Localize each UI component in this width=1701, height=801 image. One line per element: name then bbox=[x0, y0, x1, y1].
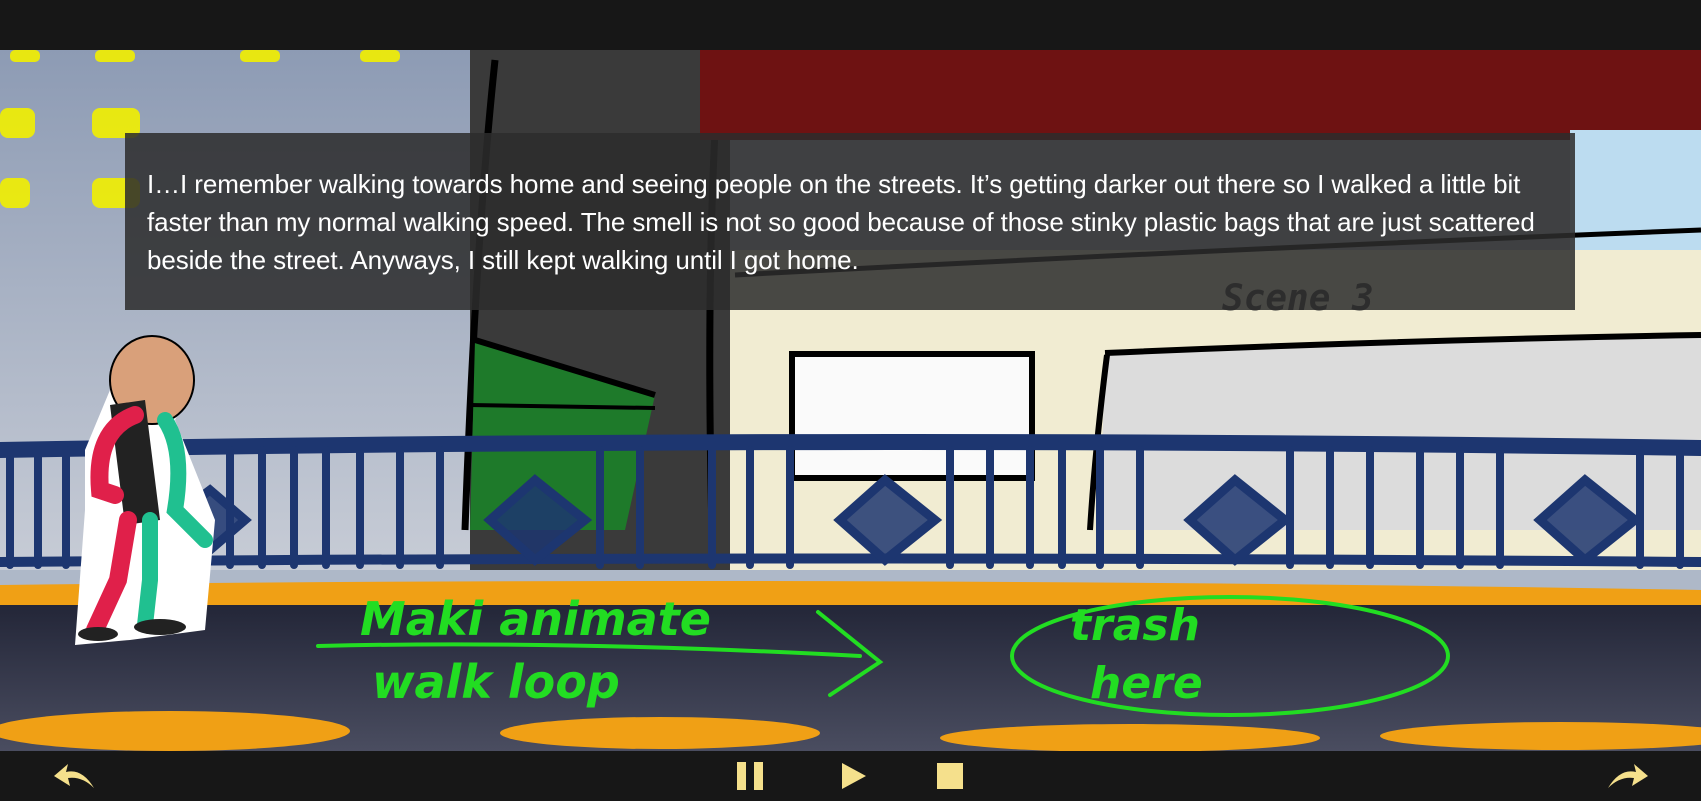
stop-button[interactable] bbox=[930, 751, 970, 801]
top-bar bbox=[0, 0, 1701, 50]
forward-button[interactable] bbox=[1600, 751, 1654, 801]
note-trash-line2: here bbox=[1090, 658, 1203, 709]
note-walk-line2: walk loop bbox=[372, 655, 620, 709]
game-scene: Scene 3 bbox=[0, 50, 1701, 751]
note-walk-line1: Maki animate bbox=[360, 592, 711, 646]
narration-box: I…I remember walking towards home and se… bbox=[125, 133, 1575, 310]
play-button[interactable] bbox=[833, 751, 873, 801]
pause-button[interactable] bbox=[730, 751, 770, 801]
note-trash-line1: trash bbox=[1070, 600, 1200, 651]
curved-arrow-left-icon bbox=[54, 764, 94, 788]
stop-icon bbox=[937, 763, 963, 789]
narration-text: I…I remember walking towards home and se… bbox=[147, 169, 1535, 275]
play-icon bbox=[842, 763, 866, 789]
curved-arrow-right-icon bbox=[1608, 764, 1648, 788]
playback-controls bbox=[0, 751, 1701, 801]
pause-icon bbox=[737, 762, 763, 790]
back-button[interactable] bbox=[48, 751, 102, 801]
